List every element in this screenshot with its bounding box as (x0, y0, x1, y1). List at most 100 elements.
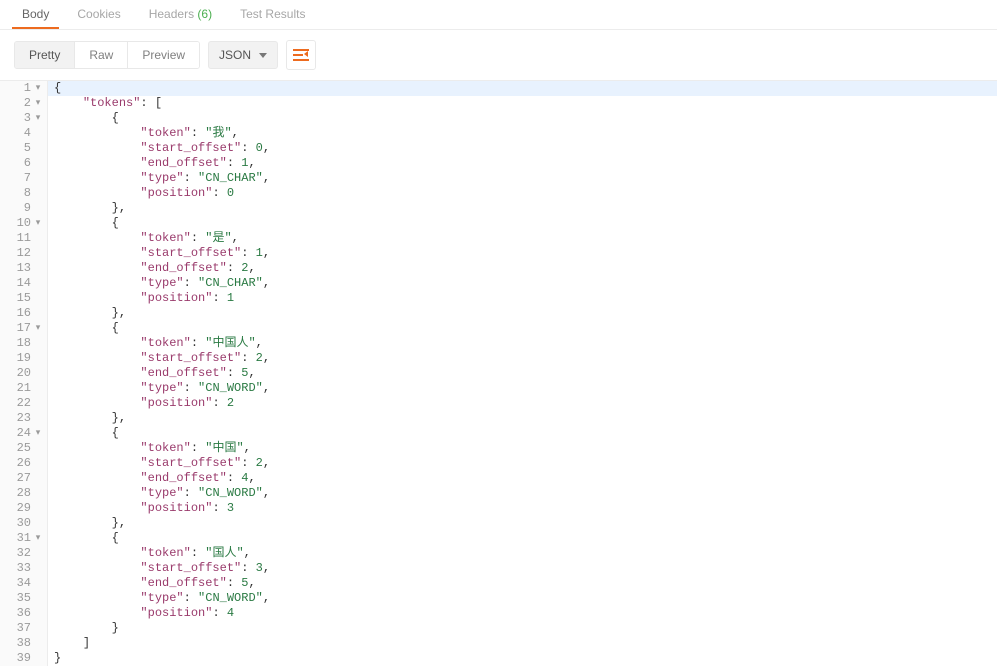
code-line: 4 "token": "我", (0, 126, 997, 141)
code-line: 29 "position": 3 (0, 501, 997, 516)
line-number: 2▾ (0, 96, 48, 111)
code-line: 9 }, (0, 201, 997, 216)
view-raw[interactable]: Raw (75, 42, 128, 68)
line-number: 18 (0, 336, 48, 351)
code-line: 24▾ { (0, 426, 997, 441)
code-line: 28 "type": "CN_WORD", (0, 486, 997, 501)
code-line: 22 "position": 2 (0, 396, 997, 411)
line-number: 16 (0, 306, 48, 321)
line-number: 31▾ (0, 531, 48, 546)
code-line: 17▾ { (0, 321, 997, 336)
response-body[interactable]: 1▾ { 2▾ "tokens": [ 3▾ { 4 "token": "我",… (0, 80, 997, 666)
line-number: 27 (0, 471, 48, 486)
line-number: 28 (0, 486, 48, 501)
line-number: 35 (0, 591, 48, 606)
code-line: 8 "position": 0 (0, 186, 997, 201)
line-number: 17▾ (0, 321, 48, 336)
line-number: 20 (0, 366, 48, 381)
line-number: 14 (0, 276, 48, 291)
code-line: 16 }, (0, 306, 997, 321)
code-line: 23 }, (0, 411, 997, 426)
code-line: 2▾ "tokens": [ (0, 96, 997, 111)
tab-headers[interactable]: Headers (6) (139, 0, 222, 29)
line-number: 5 (0, 141, 48, 156)
line-number: 8 (0, 186, 48, 201)
code-line: 13 "end_offset": 2, (0, 261, 997, 276)
code-line: 21 "type": "CN_WORD", (0, 381, 997, 396)
fold-icon[interactable]: ▾ (33, 216, 43, 231)
code-line: 26 "start_offset": 2, (0, 456, 997, 471)
code-line: 5 "start_offset": 0, (0, 141, 997, 156)
line-number: 10▾ (0, 216, 48, 231)
fold-icon[interactable]: ▾ (33, 81, 43, 96)
line-number: 22 (0, 396, 48, 411)
line-number: 9 (0, 201, 48, 216)
line-number: 3▾ (0, 111, 48, 126)
fold-icon[interactable]: ▾ (33, 96, 43, 111)
code-line: 10▾ { (0, 216, 997, 231)
code-line: 3▾ { (0, 111, 997, 126)
line-number: 11 (0, 231, 48, 246)
format-dropdown[interactable]: JSON (208, 41, 278, 69)
line-number: 19 (0, 351, 48, 366)
line-number: 13 (0, 261, 48, 276)
tab-cookies[interactable]: Cookies (67, 0, 130, 29)
line-number: 24▾ (0, 426, 48, 441)
code-line: 19 "start_offset": 2, (0, 351, 997, 366)
code-line: 36 "position": 4 (0, 606, 997, 621)
code-line: 18 "token": "中国人", (0, 336, 997, 351)
code-line: 32 "token": "国人", (0, 546, 997, 561)
tab-body[interactable]: Body (12, 0, 59, 29)
tab-headers-label: Headers (149, 7, 194, 21)
line-number: 37 (0, 621, 48, 636)
code-line: 12 "start_offset": 1, (0, 246, 997, 261)
fold-icon[interactable]: ▾ (33, 426, 43, 441)
response-toolbar: Pretty Raw Preview JSON (0, 30, 997, 80)
code-line: 39} (0, 651, 997, 666)
line-number: 25 (0, 441, 48, 456)
line-number: 39 (0, 651, 48, 666)
code-line: 14 "type": "CN_CHAR", (0, 276, 997, 291)
fold-icon[interactable]: ▾ (33, 531, 43, 546)
tab-test-results[interactable]: Test Results (230, 0, 315, 29)
line-number: 23 (0, 411, 48, 426)
line-number: 32 (0, 546, 48, 561)
line-number: 21 (0, 381, 48, 396)
code-line: 35 "type": "CN_WORD", (0, 591, 997, 606)
code-line: 30 }, (0, 516, 997, 531)
line-number: 38 (0, 636, 48, 651)
response-tabs: Body Cookies Headers (6) Test Results (0, 0, 997, 30)
fold-icon[interactable]: ▾ (33, 321, 43, 336)
wrap-lines-button[interactable] (286, 40, 316, 70)
code-line: 31▾ { (0, 531, 997, 546)
line-number: 36 (0, 606, 48, 621)
line-number: 12 (0, 246, 48, 261)
tab-headers-count: (6) (197, 7, 212, 21)
code-line: 1▾ { (0, 81, 997, 96)
code-line: 25 "token": "中国", (0, 441, 997, 456)
line-number: 7 (0, 171, 48, 186)
line-number: 15 (0, 291, 48, 306)
line-number: 26 (0, 456, 48, 471)
code-line: 27 "end_offset": 4, (0, 471, 997, 486)
view-pretty[interactable]: Pretty (15, 42, 75, 68)
code-line: 38 ] (0, 636, 997, 651)
line-number: 4 (0, 126, 48, 141)
line-number: 34 (0, 576, 48, 591)
code-line: 11 "token": "是", (0, 231, 997, 246)
view-mode-group: Pretty Raw Preview (14, 41, 200, 69)
code-line: 37 } (0, 621, 997, 636)
view-preview[interactable]: Preview (128, 42, 199, 68)
format-label: JSON (219, 48, 251, 62)
code-line: 20 "end_offset": 5, (0, 366, 997, 381)
line-number: 29 (0, 501, 48, 516)
code-line: 33 "start_offset": 3, (0, 561, 997, 576)
line-number: 6 (0, 156, 48, 171)
code-line: 6 "end_offset": 1, (0, 156, 997, 171)
line-number: 1▾ (0, 81, 48, 96)
line-number: 33 (0, 561, 48, 576)
fold-icon[interactable]: ▾ (33, 111, 43, 126)
caret-down-icon (259, 53, 267, 58)
line-number: 30 (0, 516, 48, 531)
code-line: 7 "type": "CN_CHAR", (0, 171, 997, 186)
